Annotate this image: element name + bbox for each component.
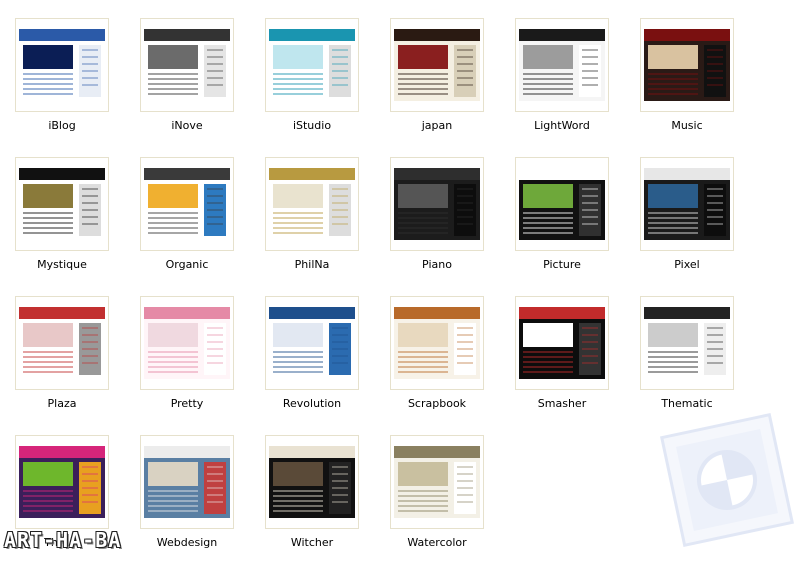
- theme-preview-image: [394, 168, 480, 240]
- theme-thumbnail[interactable]: [640, 18, 734, 112]
- theme-preview-image: [269, 307, 355, 379]
- theme-label[interactable]: Smasher: [500, 397, 624, 410]
- theme-item[interactable]: Pixel: [625, 157, 749, 293]
- theme-item[interactable]: Piano: [375, 157, 499, 293]
- theme-preview-image: [144, 168, 230, 240]
- theme-item[interactable]: Scrapbook: [375, 296, 499, 432]
- theme-thumbnail[interactable]: [140, 435, 234, 529]
- theme-label[interactable]: Mystique: [0, 258, 124, 271]
- theme-item[interactable]: iStudio: [250, 18, 374, 154]
- theme-thumbnail[interactable]: [15, 157, 109, 251]
- theme-label[interactable]: Plaza: [0, 397, 124, 410]
- theme-preview-image: [19, 29, 105, 101]
- theme-preview-image: [519, 29, 605, 101]
- theme-preview-image: [644, 307, 730, 379]
- theme-preview-image: [269, 446, 355, 518]
- theme-label[interactable]: Music: [625, 119, 749, 132]
- theme-preview-image: [394, 29, 480, 101]
- theme-preview-image: [19, 168, 105, 240]
- theme-preview-image: [394, 446, 480, 518]
- theme-item[interactable]: Webdesign: [125, 435, 249, 571]
- theme-preview-image: [519, 168, 605, 240]
- theme-preview-image: [144, 307, 230, 379]
- theme-thumbnail[interactable]: [15, 435, 109, 529]
- theme-thumbnail[interactable]: [390, 296, 484, 390]
- theme-label[interactable]: iNove: [125, 119, 249, 132]
- theme-label[interactable]: iBlog: [0, 119, 124, 132]
- theme-thumbnail[interactable]: [515, 296, 609, 390]
- theme-preview-image: [269, 29, 355, 101]
- theme-thumbnail[interactable]: [390, 157, 484, 251]
- theme-label[interactable]: japan: [375, 119, 499, 132]
- photo-watermark-icon: [659, 412, 795, 548]
- theme-thumbnail[interactable]: [15, 18, 109, 112]
- theme-thumbnail[interactable]: [140, 18, 234, 112]
- theme-item[interactable]: Pretty: [125, 296, 249, 432]
- theme-thumbnail[interactable]: [515, 18, 609, 112]
- theme-thumbnail[interactable]: [140, 296, 234, 390]
- theme-preview-image: [144, 446, 230, 518]
- theme-label[interactable]: iStudio: [250, 119, 374, 132]
- theme-preview-image: [644, 168, 730, 240]
- theme-label[interactable]: Pretty: [125, 397, 249, 410]
- theme-item[interactable]: Picture: [500, 157, 624, 293]
- theme-thumbnail[interactable]: [265, 435, 359, 529]
- theme-thumbnail[interactable]: [15, 296, 109, 390]
- theme-item[interactable]: iNove: [125, 18, 249, 154]
- theme-label[interactable]: Picture: [500, 258, 624, 271]
- theme-preview-image: [394, 307, 480, 379]
- theme-item[interactable]: LightWord: [500, 18, 624, 154]
- theme-label[interactable]: Organic: [125, 258, 249, 271]
- theme-item[interactable]: Smasher: [500, 296, 624, 432]
- logo: ART-HA-BA: [4, 528, 122, 552]
- theme-thumbnail[interactable]: [265, 157, 359, 251]
- theme-item[interactable]: Mystique: [0, 157, 124, 293]
- theme-preview-image: [144, 29, 230, 101]
- theme-thumbnail[interactable]: [390, 435, 484, 529]
- theme-thumbnail[interactable]: [640, 296, 734, 390]
- theme-label[interactable]: Scrapbook: [375, 397, 499, 410]
- theme-label[interactable]: Witcher: [250, 536, 374, 549]
- theme-item[interactable]: PhilNa: [250, 157, 374, 293]
- theme-preview-image: [269, 168, 355, 240]
- theme-label[interactable]: Piano: [375, 258, 499, 271]
- theme-item[interactable]: Music: [625, 18, 749, 154]
- theme-item[interactable]: Organic: [125, 157, 249, 293]
- theme-thumbnail[interactable]: [140, 157, 234, 251]
- theme-preview-image: [644, 29, 730, 101]
- theme-label[interactable]: Pixel: [625, 258, 749, 271]
- theme-label[interactable]: Revolution: [250, 397, 374, 410]
- theme-thumbnail[interactable]: [515, 157, 609, 251]
- theme-preview-image: [19, 307, 105, 379]
- theme-preview-image: [19, 446, 105, 518]
- theme-label[interactable]: Webdesign: [125, 536, 249, 549]
- theme-label[interactable]: PhilNa: [250, 258, 374, 271]
- theme-preview-image: [519, 307, 605, 379]
- theme-label[interactable]: LightWord: [500, 119, 624, 132]
- theme-item[interactable]: Witcher: [250, 435, 374, 571]
- theme-thumbnail[interactable]: [390, 18, 484, 112]
- theme-item[interactable]: Revolution: [250, 296, 374, 432]
- theme-thumbnail[interactable]: [265, 18, 359, 112]
- theme-thumbnail[interactable]: [265, 296, 359, 390]
- theme-item[interactable]: iBlog: [0, 18, 124, 154]
- theme-item[interactable]: japan: [375, 18, 499, 154]
- theme-item[interactable]: Watercolor: [375, 435, 499, 571]
- theme-item[interactable]: Plaza: [0, 296, 124, 432]
- theme-thumbnail[interactable]: [640, 157, 734, 251]
- theme-label[interactable]: Watercolor: [375, 536, 499, 549]
